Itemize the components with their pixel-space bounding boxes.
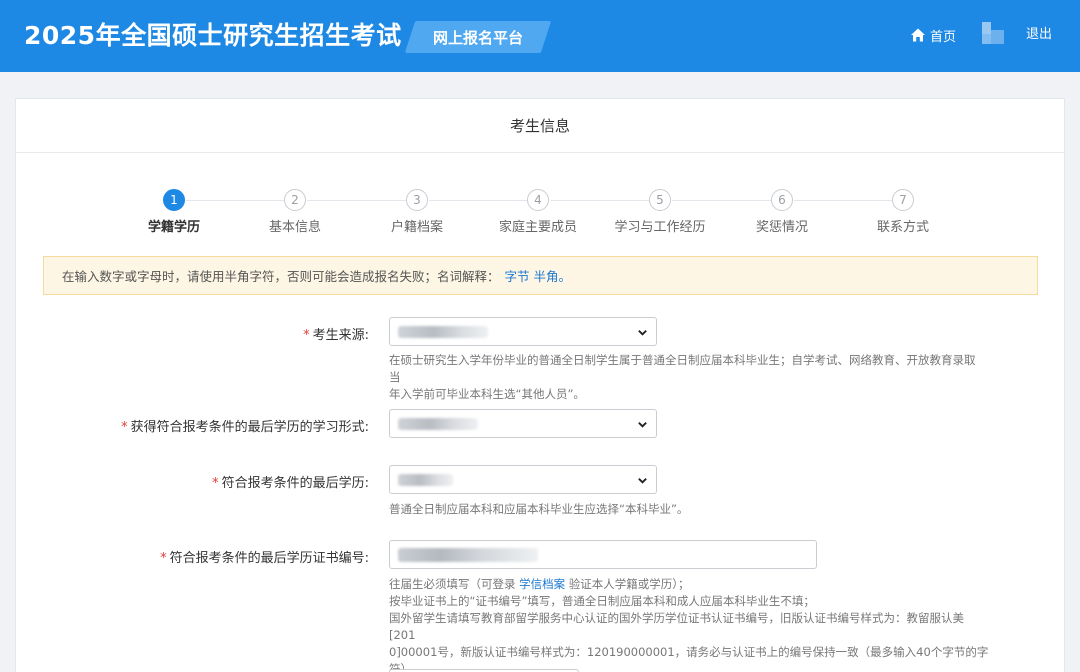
- step-number: 1: [163, 189, 185, 211]
- card-title: 考生信息: [16, 99, 1064, 153]
- step-number: 6: [771, 189, 793, 211]
- step-6[interactable]: 6 奖惩情况: [722, 189, 842, 235]
- step-number: 4: [527, 189, 549, 211]
- step-7[interactable]: 7 联系方式: [843, 189, 963, 235]
- step-label: 联系方式: [876, 220, 929, 235]
- chsi-archive-link[interactable]: 学信档案: [519, 577, 565, 591]
- platform-badge-label: 网上报名平台: [432, 28, 523, 47]
- site-title: 2025年全国硕士研究生招生考试: [24, 21, 402, 50]
- required-mark: *: [160, 551, 167, 566]
- step-label: 学习与工作经历: [614, 220, 706, 235]
- cert-no-label: * 符合报考条件的最后学历证书编号:: [160, 551, 369, 566]
- chevron-down-icon: [638, 330, 647, 336]
- cert-no-help: 往届生必须填写（可登录 学信档案 验证本人学籍或学历）； 按毕业证书上的“证书编…: [389, 577, 989, 672]
- candidate-info-card: 考生信息 1 学籍学历 2 基本信息 3 户籍档案 4 家庭主要成员 5 学习与…: [15, 98, 1065, 672]
- chevron-down-icon: [638, 478, 647, 484]
- platform-badge: 网上报名平台: [404, 21, 552, 53]
- step-label: 户籍档案: [390, 220, 443, 235]
- logout-link[interactable]: 退出: [1026, 24, 1052, 46]
- source-label: * 考生来源:: [303, 328, 369, 343]
- last-degree-label: * 符合报考条件的最后学历:: [212, 476, 369, 491]
- home-link[interactable]: 首页: [910, 24, 956, 46]
- step-5[interactable]: 5 学习与工作经历: [600, 189, 720, 235]
- study-form-select[interactable]: [389, 409, 657, 438]
- step-label: 家庭主要成员: [498, 220, 577, 235]
- required-mark: *: [212, 476, 219, 491]
- step-label: 学籍学历: [147, 220, 200, 235]
- step-label: 奖惩情况: [755, 220, 808, 235]
- source-help: 在硕士研究生入学年份毕业的普通全日制学生属于普通全日制应届本科毕业生；自学考试、…: [389, 353, 976, 401]
- study-form-label: * 获得符合报考条件的最后学历的学习形式:: [121, 420, 369, 435]
- home-icon: [911, 28, 925, 42]
- step-number: 7: [892, 189, 914, 211]
- step-3[interactable]: 3 户籍档案: [357, 189, 477, 235]
- avatar[interactable]: [982, 22, 1004, 44]
- notice-glossary-link[interactable]: 字节 半角。: [505, 266, 571, 285]
- step-4[interactable]: 4 家庭主要成员: [478, 189, 598, 235]
- half-width-notice: 在输入数字或字母时，请使用半角字符，否则可能会造成报名失败；名词解释： 字节 半…: [43, 256, 1038, 295]
- last-degree-help: 普通全日制应届本科和应届本科毕业生应选择“本科毕业”。: [389, 502, 689, 516]
- step-label: 基本信息: [268, 220, 321, 235]
- cert-no-input[interactable]: [389, 540, 817, 569]
- step-2[interactable]: 2 基本信息: [235, 189, 355, 235]
- top-header: 2025年全国硕士研究生招生考试 网上报名平台 首页 退出: [0, 0, 1080, 72]
- step-1[interactable]: 1 学籍学历: [114, 189, 234, 235]
- step-number: 5: [649, 189, 671, 211]
- step-number: 2: [284, 189, 306, 211]
- chevron-down-icon: [638, 422, 647, 428]
- source-select[interactable]: [389, 317, 657, 346]
- required-mark: *: [303, 328, 310, 343]
- step-progress: 1 学籍学历 2 基本信息 3 户籍档案 4 家庭主要成员 5 学习与工作经历 …: [16, 189, 1066, 239]
- last-degree-select[interactable]: [389, 465, 657, 494]
- home-link-label: 首页: [930, 29, 957, 45]
- required-mark: *: [121, 420, 128, 435]
- notice-text: 在输入数字或字母时，请使用半角字符，否则可能会造成报名失败；名词解释：: [62, 269, 500, 284]
- step-number: 3: [406, 189, 428, 211]
